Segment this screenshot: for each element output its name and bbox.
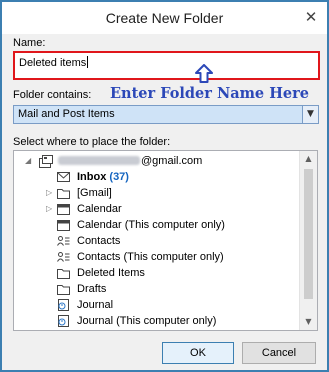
journal-icon <box>58 299 69 311</box>
tree-item-label: Calendar (This computer only) <box>77 219 225 231</box>
folder-tree[interactable]: ◢ @gmail.com Inbox (37) ▷ [Gmail] ▷ Cale… <box>13 150 318 331</box>
folder-contains-select[interactable]: Mail and Post Items ▼ <box>13 105 319 124</box>
account-suffix: @gmail.com <box>141 155 203 167</box>
tree-item-deleted-items[interactable]: Deleted Items <box>14 265 299 281</box>
expand-icon[interactable]: ▷ <box>46 204 54 214</box>
tree-item-calendar[interactable]: ▷ Calendar <box>14 201 299 217</box>
tree-item-inbox[interactable]: Inbox (37) <box>14 169 299 185</box>
tree-item-journal[interactable]: Journal <box>14 297 299 313</box>
collapse-icon[interactable]: ◢ <box>25 156 33 166</box>
tree-item-label: Journal (This computer only) <box>77 315 217 327</box>
tree-item-label: [Gmail] <box>77 187 112 199</box>
tree-item-label: Inbox <box>77 171 107 183</box>
tree-item-gmail[interactable]: ▷ [Gmail] <box>14 185 299 201</box>
tree-item-label: Drafts <box>77 283 107 295</box>
data-file-icon <box>39 155 53 168</box>
annotation-text: Enter Folder Name Here <box>110 85 309 102</box>
tree-item-label: Contacts (This computer only) <box>77 251 224 263</box>
contacts-icon <box>57 236 70 246</box>
calendar-icon <box>57 220 70 231</box>
ok-button[interactable]: OK <box>162 342 234 364</box>
folder-contains-label: Folder contains: <box>13 89 92 101</box>
tree-item-label: Contacts <box>77 235 121 247</box>
tree-item-account[interactable]: ◢ @gmail.com <box>14 153 299 169</box>
journal-icon <box>58 315 69 327</box>
calendar-icon <box>57 204 70 215</box>
tree-item-drafts[interactable]: Drafts <box>14 281 299 297</box>
tree-item-contacts-local[interactable]: Contacts (This computer only) <box>14 249 299 265</box>
dialog-title: Create New Folder <box>105 10 224 26</box>
create-new-folder-dialog: Create New Folder ✕ Name: Deleted items … <box>0 0 329 372</box>
close-icon[interactable]: ✕ <box>301 8 321 26</box>
tree-item-calendar-local[interactable]: Calendar (This computer only) <box>14 217 299 233</box>
name-label: Name: <box>13 37 46 49</box>
folder-name-field-highlight: Deleted items <box>13 51 320 80</box>
folder-icon <box>57 269 70 279</box>
scroll-up-icon[interactable]: ▲ <box>300 152 317 166</box>
text-caret <box>87 56 89 68</box>
tree-item-label: Deleted Items <box>77 267 145 279</box>
redacted-account-name <box>58 156 140 165</box>
tree-scrollbar[interactable]: ▲ ▼ <box>299 151 317 330</box>
tree-item-label: Calendar <box>77 203 122 215</box>
folder-name-input[interactable]: Deleted items <box>19 56 89 69</box>
tree-item-journal-local[interactable]: Journal (This computer only) <box>14 313 299 329</box>
up-arrow-icon <box>195 64 213 83</box>
envelope-icon <box>57 172 70 182</box>
contacts-icon <box>57 252 70 262</box>
unread-count: (37) <box>109 171 129 183</box>
folder-icon <box>57 285 70 295</box>
tree-item-contacts[interactable]: Contacts <box>14 233 299 249</box>
expand-icon[interactable]: ▷ <box>46 188 54 198</box>
tree-item-label: Journal <box>77 299 114 311</box>
chevron-down-icon[interactable]: ▼ <box>302 106 318 123</box>
scrollbar-thumb[interactable] <box>304 169 313 299</box>
folder-icon <box>57 189 70 199</box>
folder-contains-value: Mail and Post Items <box>18 108 115 120</box>
tree-label: Select where to place the folder: <box>13 136 171 148</box>
scroll-down-icon[interactable]: ▼ <box>300 315 317 329</box>
cancel-button[interactable]: Cancel <box>242 342 316 364</box>
folder-name-value: Deleted items <box>19 57 87 69</box>
title-bar: Create New Folder ✕ <box>2 2 327 34</box>
